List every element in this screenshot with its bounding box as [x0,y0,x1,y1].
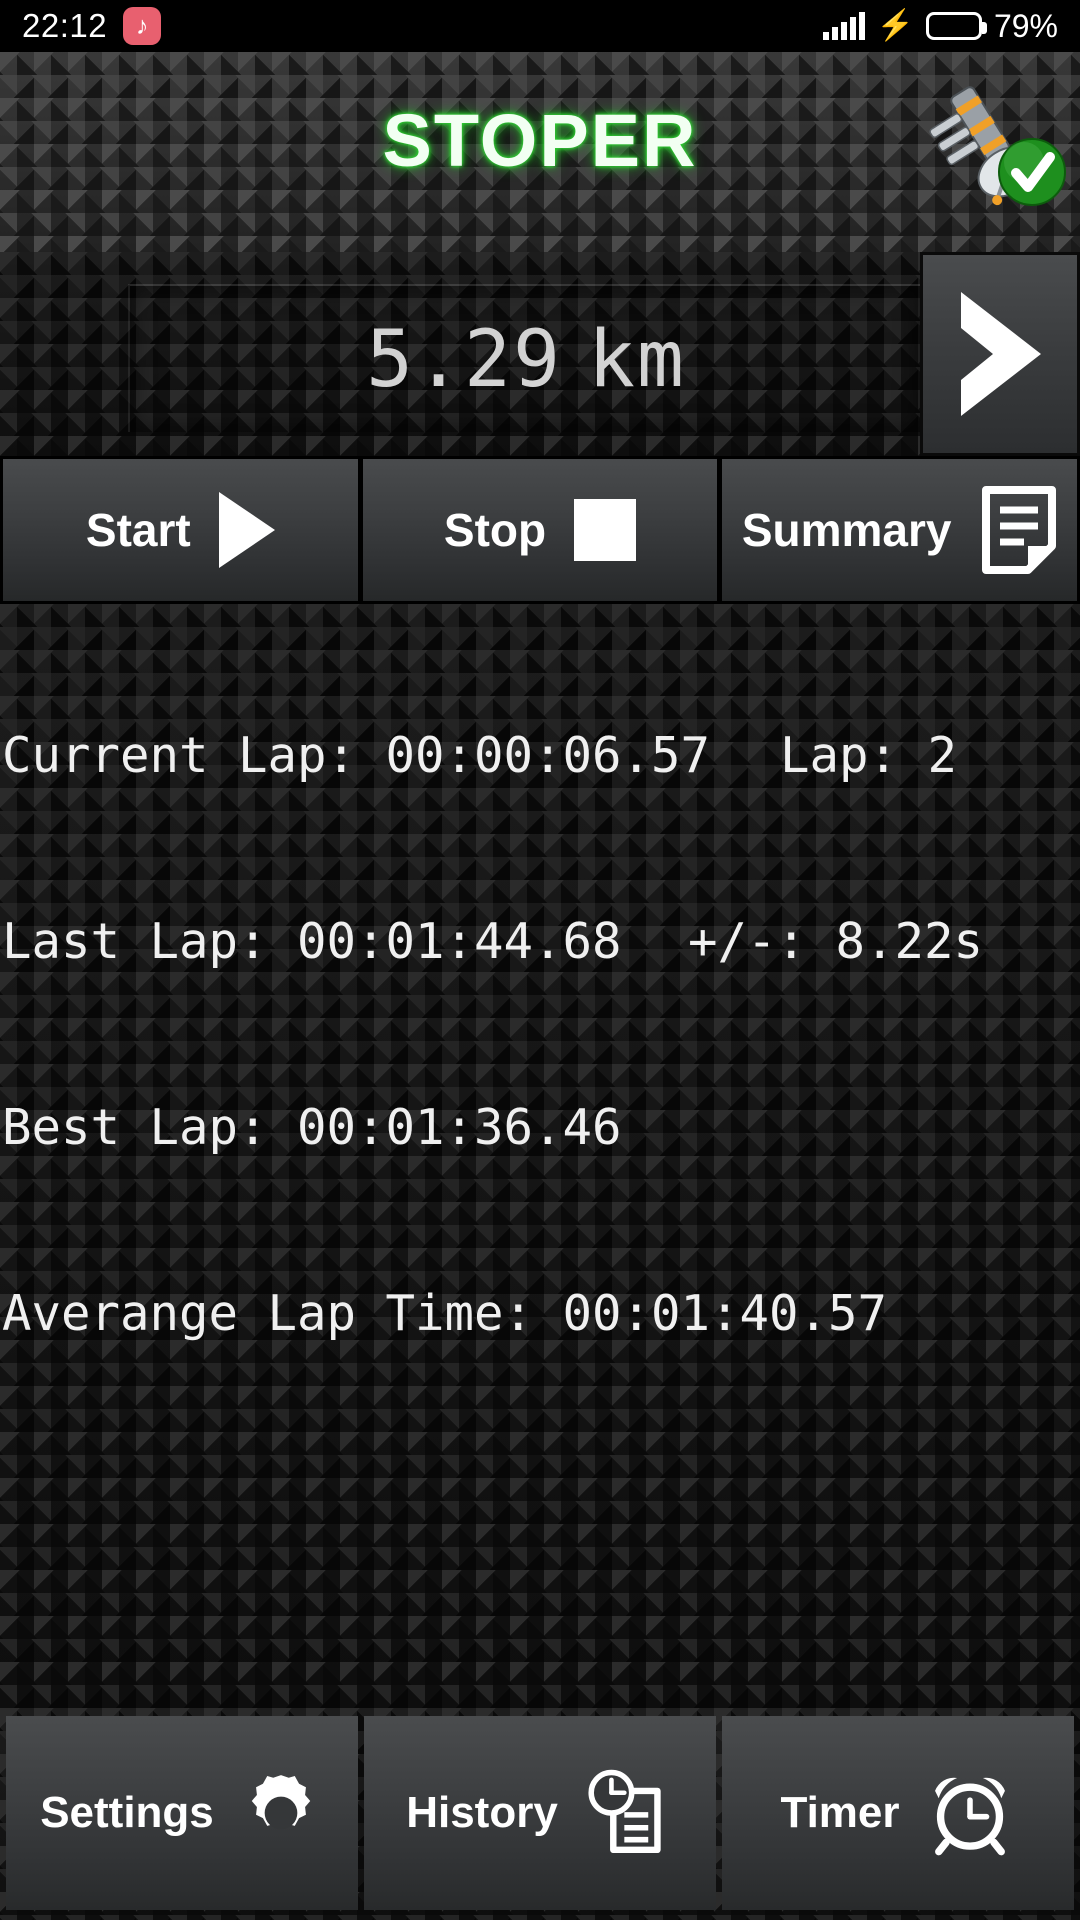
battery-percent-label: 79% [993,7,1058,44]
stop-button[interactable]: Stop [362,459,718,601]
gps-satellite-icon[interactable] [920,60,1072,212]
charging-bolt-icon: ⚡ [876,9,914,42]
start-button[interactable]: Start [3,459,358,601]
stat-row-current-lap: Current Lap: 00:00:06.57 Lap: 2 [0,662,1080,848]
signal-bars-icon [822,12,865,40]
alarm-clock-icon [934,1777,1005,1856]
distance-readout: 5.29 km [130,286,922,434]
average-lap-text: Averange Lap Time: 00:01:40.57 [2,1284,888,1342]
status-bar-right-cluster: ⚡ 79% [822,7,1058,45]
distance-row: 5.29 km [0,252,1080,456]
distance-value: 5.29 [366,315,562,405]
lap-stats-panel: Current Lap: 00:00:06.57 Lap: 2 Last Lap… [0,604,1080,1708]
summary-button-label: Summary [741,504,952,556]
app-header: STOPER [0,52,1080,252]
distance-inset: 5.29 km [128,284,920,432]
timer-button-label: Timer [780,1788,900,1837]
distance-panel: 5.29 km [0,252,920,456]
page-title: STOPER [382,99,698,182]
stat-row-last-lap: Last Lap: 00:01:44.68 +/-: 8.22s [0,848,1080,1034]
chevron-right-icon [961,292,1041,416]
gear-icon [251,1775,311,1830]
status-bar-clock: 22:12 [22,7,108,44]
music-note-icon [123,7,162,45]
lap-counter-text: Lap: 2 [780,726,958,784]
history-button[interactable]: History [364,1716,716,1910]
summary-button[interactable]: Summary [722,459,1078,601]
start-button-label: Start [85,504,191,556]
bottom-navigation-bar: Settings History Timer [0,1708,1080,1920]
settings-button[interactable]: Settings [6,1716,358,1910]
control-button-row: Start Stop Summary [0,456,1080,604]
best-lap-text: Best Lap: 00:01:36.46 [2,1098,622,1156]
battery-icon [925,12,987,40]
stat-row-average-lap: Averange Lap Time: 00:01:40.57 [0,1220,1080,1406]
distance-unit: km [587,315,686,405]
current-lap-text: Current Lap: 00:00:06.57 [2,726,711,784]
last-lap-text: Last Lap: 00:01:44.68 [2,912,622,970]
history-button-label: History [406,1788,558,1837]
stat-row-best-lap: Best Lap: 00:01:36.46 [0,1034,1080,1220]
timer-button[interactable]: Timer [722,1716,1074,1910]
settings-button-label: Settings [40,1788,214,1837]
status-bar: 22:12 ⚡ 79% [0,0,1080,52]
stop-button-label: Stop [443,504,547,556]
last-lap-delta-text: +/-: 8.22s [688,912,984,970]
clock-document-icon [588,1769,661,1854]
document-list-icon [981,486,1056,574]
stop-square-icon [574,499,637,561]
next-screen-button[interactable] [920,252,1080,456]
play-icon [218,492,275,568]
